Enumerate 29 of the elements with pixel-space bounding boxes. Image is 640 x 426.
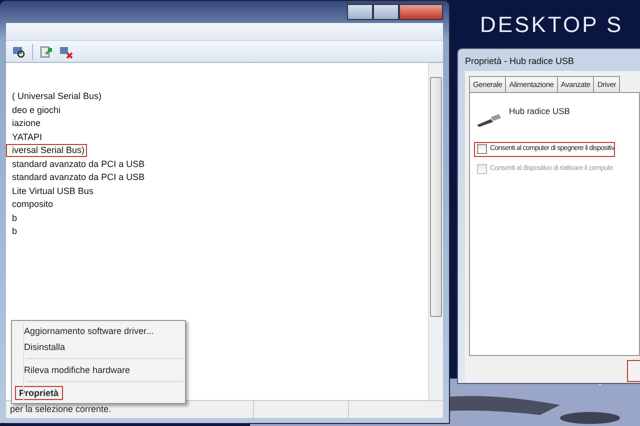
menu-item[interactable]: Rileva modifiche hardware [14, 362, 183, 378]
tree-item[interactable]: iversal Serial Bus) [6, 144, 87, 157]
tree-item[interactable]: b [6, 226, 18, 236]
tree-item[interactable]: standard avanzato da PCI a USB [6, 172, 145, 182]
usb-plug-icon [475, 113, 501, 127]
tree-item[interactable]: YATAPI [6, 132, 42, 142]
dialog-title: Proprietà - Hub radice USB [465, 55, 576, 68]
close-button[interactable] [399, 4, 443, 20]
tree-item[interactable]: ( Universal Serial Bus) [6, 91, 102, 101]
update-driver-icon[interactable] [39, 44, 53, 58]
menu-item[interactable]: Proprietà [16, 387, 62, 399]
status-text: per la selezione corrente. [10, 403, 112, 416]
tree-item[interactable]: standard avanzato da PCI a USB [6, 158, 145, 168]
dialog-button[interactable] [627, 360, 640, 382]
minimize-button[interactable] [347, 4, 373, 20]
computer-search-icon[interactable] [12, 44, 26, 58]
tree-item[interactable]: b [6, 212, 18, 222]
checkbox[interactable] [477, 144, 487, 154]
tree-item[interactable]: deo e giochi [6, 104, 61, 114]
menu-item[interactable]: Aggiornamento software driver... [14, 323, 183, 339]
tree-item[interactable]: iazione [6, 118, 41, 128]
wallpaper-text: DESKTOP S [480, 11, 624, 39]
tree-item[interactable]: Lite Virtual USB Bus [6, 186, 94, 196]
tree-item[interactable]: composito [6, 199, 54, 209]
menu-item[interactable]: Disinstalla [14, 339, 183, 355]
scrollbar[interactable] [428, 63, 443, 400]
device-name: Hub radice USB [509, 105, 570, 118]
maximize-button[interactable] [373, 4, 399, 20]
uninstall-icon[interactable] [59, 44, 73, 58]
